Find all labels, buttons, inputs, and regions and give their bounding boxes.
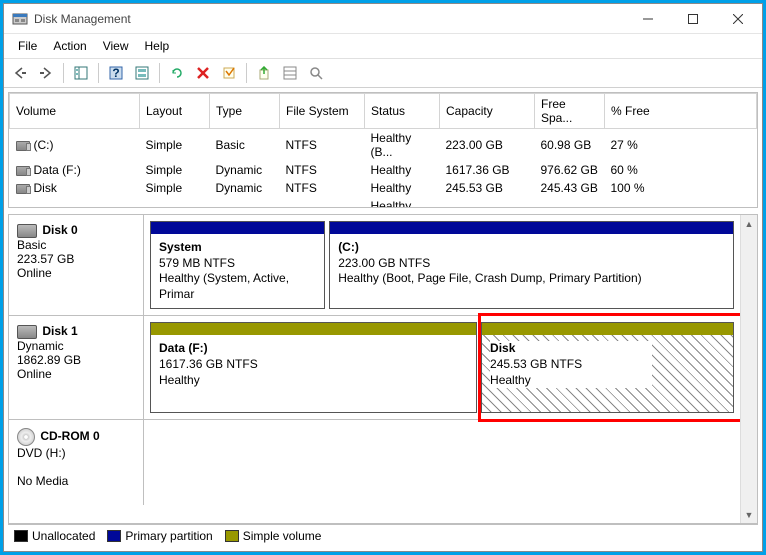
- close-button[interactable]: [715, 5, 760, 33]
- svg-text:?: ?: [112, 66, 119, 80]
- col-volume[interactable]: Volume: [10, 94, 140, 129]
- menu-help[interactable]: Help: [139, 37, 176, 55]
- legend-swatch-simple: [225, 530, 239, 542]
- volume-icon: [16, 184, 30, 194]
- legend-label: Simple volume: [243, 529, 322, 543]
- disk-type: Basic: [17, 238, 46, 252]
- disk-row-cdrom[interactable]: CD-ROM 0 DVD (H:) No Media: [9, 420, 740, 505]
- disk-size: 1862.89 GB: [17, 353, 81, 367]
- legend-swatch-unallocated: [14, 530, 28, 542]
- partition-data-f[interactable]: Data (F:) 1617.36 GB NTFS Healthy: [150, 322, 477, 413]
- show-hide-tree-button[interactable]: [69, 61, 93, 85]
- volume-list[interactable]: Volume Layout Type File System Status Ca…: [8, 92, 758, 208]
- partition-status: Healthy (Boot, Page File, Crash Dump, Pr…: [338, 271, 641, 285]
- col-fs[interactable]: File System: [280, 94, 365, 129]
- disk-icon: [17, 224, 37, 238]
- volume-icon: [16, 141, 30, 151]
- disk-name: CD-ROM 0: [40, 430, 99, 444]
- vertical-scrollbar[interactable]: ▲ ▼: [740, 215, 757, 523]
- properties-button[interactable]: [217, 61, 241, 85]
- app-icon: [12, 11, 28, 27]
- disk-size: 223.57 GB: [17, 252, 74, 266]
- table-row[interactable]: SystemSimpleBasicNTFSHealthy (S...579 MB…: [10, 197, 757, 208]
- list-view-button[interactable]: [278, 61, 302, 85]
- settings-button[interactable]: [130, 61, 154, 85]
- disk-management-window: Disk Management File Action View Help ?: [3, 3, 763, 552]
- menu-view[interactable]: View: [97, 37, 135, 55]
- disk-name: Disk 1: [42, 324, 77, 338]
- export-button[interactable]: [252, 61, 276, 85]
- back-button[interactable]: [8, 61, 32, 85]
- cdrom-icon: [17, 428, 35, 446]
- table-row[interactable]: (C:)SimpleBasicNTFSHealthy (B...223.00 G…: [10, 129, 757, 162]
- partition-c[interactable]: (C:) 223.00 GB NTFS Healthy (Boot, Page …: [329, 221, 734, 309]
- scroll-up-icon[interactable]: ▲: [741, 215, 757, 232]
- maximize-button[interactable]: [670, 5, 715, 33]
- menu-action[interactable]: Action: [47, 37, 92, 55]
- table-row[interactable]: DiskSimpleDynamicNTFSHealthy245.53 GB245…: [10, 179, 757, 197]
- legend-label: Unallocated: [32, 529, 95, 543]
- partition-status: Healthy (System, Active, Primar: [159, 271, 289, 301]
- table-row[interactable]: Data (F:)SimpleDynamicNTFSHealthy1617.36…: [10, 161, 757, 179]
- scroll-down-icon[interactable]: ▼: [741, 506, 757, 523]
- volume-icon: [16, 166, 30, 176]
- col-free[interactable]: Free Spa...: [535, 94, 605, 129]
- partition-size: 1617.36 GB NTFS: [159, 357, 258, 371]
- partition-size: 245.53 GB NTFS: [490, 357, 582, 371]
- help-button[interactable]: ?: [104, 61, 128, 85]
- col-layout[interactable]: Layout: [140, 94, 210, 129]
- partition-status: Healthy: [159, 373, 200, 387]
- disk-1-info: Disk 1 Dynamic 1862.89 GB Online: [9, 316, 144, 419]
- disk-row-1[interactable]: Disk 1 Dynamic 1862.89 GB Online Data (F…: [9, 316, 740, 420]
- disk-status: Online: [17, 367, 52, 381]
- legend-swatch-primary: [107, 530, 121, 542]
- col-capacity[interactable]: Capacity: [440, 94, 535, 129]
- disk-type: Dynamic: [17, 339, 64, 353]
- col-type[interactable]: Type: [210, 94, 280, 129]
- titlebar[interactable]: Disk Management: [4, 4, 762, 34]
- partition-name: Disk: [490, 341, 515, 355]
- partition-system[interactable]: System 579 MB NTFS Healthy (System, Acti…: [150, 221, 325, 309]
- delete-button[interactable]: [191, 61, 215, 85]
- col-status[interactable]: Status: [365, 94, 440, 129]
- disk-status: Online: [17, 266, 52, 280]
- disk-icon: [17, 325, 37, 339]
- legend: Unallocated Primary partition Simple vol…: [8, 524, 758, 547]
- col-pct[interactable]: % Free: [605, 94, 757, 129]
- toolbar: ?: [4, 58, 762, 88]
- partition-disk[interactable]: Disk 245.53 GB NTFS Healthy: [481, 322, 734, 413]
- refresh-button[interactable]: [165, 61, 189, 85]
- disk-row-0[interactable]: Disk 0 Basic 223.57 GB Online System 579…: [9, 215, 740, 316]
- partition-size: 223.00 GB NTFS: [338, 256, 430, 270]
- legend-label: Primary partition: [125, 529, 212, 543]
- disk-type: DVD (H:): [17, 446, 66, 460]
- partition-status: Healthy: [490, 373, 531, 387]
- window-title: Disk Management: [34, 12, 625, 26]
- cdrom-info: CD-ROM 0 DVD (H:) No Media: [9, 420, 144, 505]
- partition-size: 579 MB NTFS: [159, 256, 235, 270]
- minimize-button[interactable]: [625, 5, 670, 33]
- partition-name: (C:): [338, 240, 359, 254]
- forward-button[interactable]: [34, 61, 58, 85]
- menu-bar: File Action View Help: [4, 34, 762, 58]
- disk-0-info: Disk 0 Basic 223.57 GB Online: [9, 215, 144, 315]
- partition-name: Data (F:): [159, 341, 208, 355]
- disk-name: Disk 0: [42, 223, 77, 237]
- menu-file[interactable]: File: [12, 37, 43, 55]
- partition-name: System: [159, 240, 202, 254]
- find-button[interactable]: [304, 61, 328, 85]
- disk-graphical-view: Disk 0 Basic 223.57 GB Online System 579…: [8, 214, 758, 524]
- disk-status: No Media: [17, 474, 68, 488]
